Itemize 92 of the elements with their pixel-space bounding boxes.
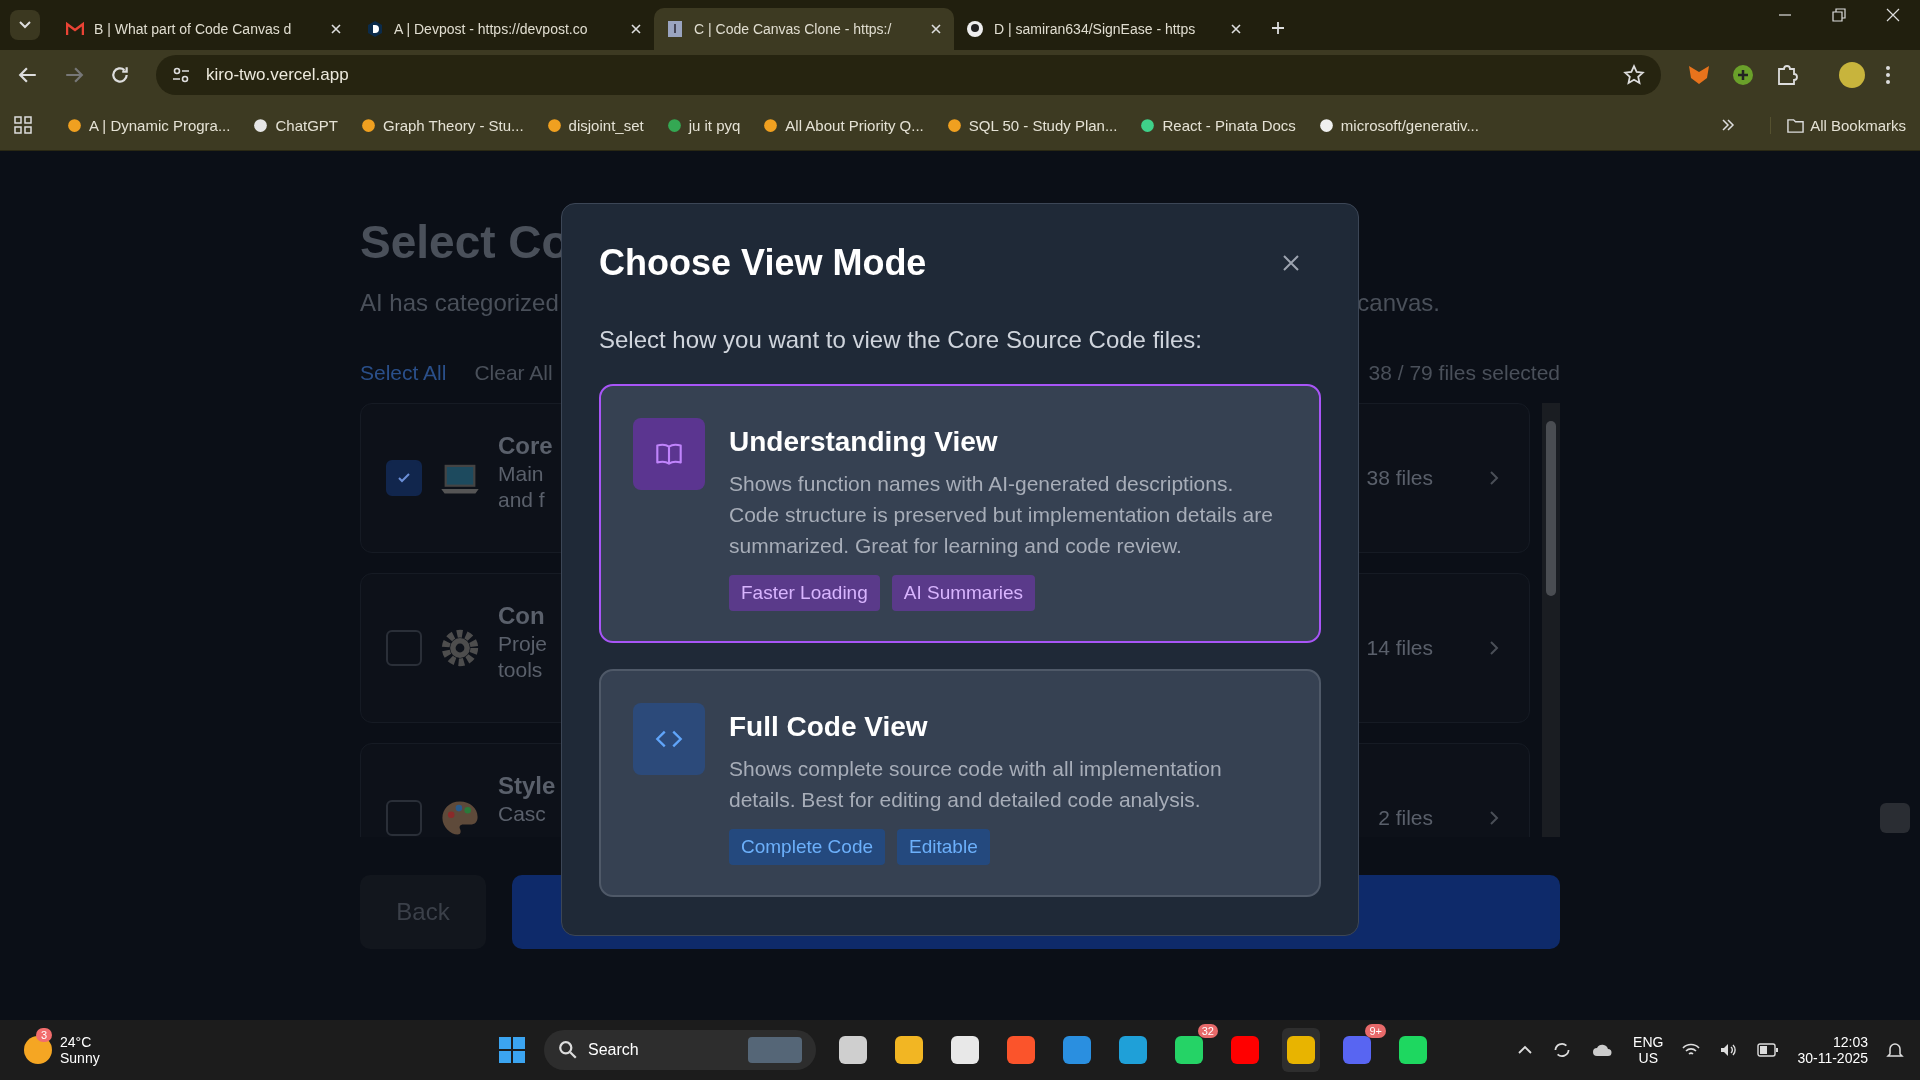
option-description: Shows complete source code with all implementation details. Best for editing and detailed code analysis. <box>729 756 1223 813</box>
category-name: Core <box>498 432 553 460</box>
page-icon <box>666 20 684 38</box>
profile-avatar[interactable] <box>1839 62 1865 88</box>
temperature[interactable]: 24°C <box>60 1034 100 1050</box>
feature-tag: Complete Code <box>729 829 886 865</box>
bookmark-link[interactable]: A | Dynamic Progra... <box>66 116 231 134</box>
chevron-right-icon <box>1489 810 1499 826</box>
hexagon-d-icon <box>366 20 384 38</box>
category-name: Style <box>498 772 556 800</box>
checkbox[interactable] <box>386 460 422 496</box>
bookmark-link[interactable]: Graph Theory - Stu... <box>360 116 524 134</box>
reload-icon[interactable] <box>110 65 130 85</box>
language-indicator[interactable]: ENG US <box>1633 1034 1664 1066</box>
plus-circle-icon[interactable] <box>1731 63 1755 87</box>
apps-grid-icon[interactable] <box>14 116 32 134</box>
windows-start-icon[interactable] <box>498 1036 526 1064</box>
code-brackets-icon <box>633 703 705 775</box>
bookmark-link[interactable]: microsoft/generativ... <box>1317 116 1479 134</box>
close-tab-icon[interactable] <box>330 23 342 35</box>
menu-icon[interactable] <box>1885 63 1891 87</box>
forward-arrow-icon[interactable] <box>64 65 84 85</box>
browser-tab[interactable]: D | samiran634/SignEase - https <box>954 8 1254 50</box>
mail-icon <box>66 20 84 38</box>
page-subtitle: canvas. <box>1357 289 1440 317</box>
notification-count: 32 <box>1197 1024 1218 1038</box>
file-count: 2 files <box>1378 806 1433 830</box>
checkbox[interactable] <box>386 800 422 836</box>
file-count: 14 files <box>1366 636 1433 660</box>
view-option-card[interactable] <box>599 384 1321 643</box>
all-bookmarks-link[interactable]: All Bookmarks <box>1770 116 1906 134</box>
fox-icon[interactable] <box>1687 63 1711 87</box>
option-title: Full Code View <box>729 711 929 743</box>
search-icon <box>558 1040 578 1060</box>
weather-condition[interactable]: Sunny <box>60 1050 100 1066</box>
notification-count: 3 <box>36 1028 53 1042</box>
category-description: tools <box>498 658 543 682</box>
close-tab-icon[interactable] <box>930 23 942 35</box>
bookmark-link[interactable]: React - Pinata Docs <box>1139 116 1296 134</box>
feature-tag: Editable <box>897 829 990 865</box>
extensions-icon[interactable] <box>1775 63 1799 87</box>
file-count: 38 files <box>1366 466 1433 490</box>
bookmark-link[interactable]: ju it pyq <box>665 116 741 134</box>
search-highlight-drawing <box>748 1037 802 1063</box>
view-option-card[interactable]: Full Code View Shows complete source code with all implementation details. Best for editing and detailed code analysis. Complete Code Editable <box>599 669 1321 897</box>
double-chevron-icon[interactable] <box>1720 117 1737 133</box>
chevron-right-icon <box>1489 470 1499 486</box>
bookmark-link[interactable]: disjoint_set <box>545 116 644 134</box>
category-name: Con <box>498 602 545 630</box>
tab-search-button[interactable] <box>10 10 40 40</box>
chevron-right-icon <box>1489 640 1499 656</box>
feature-tag: Faster Loading <box>729 575 880 611</box>
restore-icon[interactable] <box>1832 8 1846 22</box>
book-icon <box>633 418 705 490</box>
selection-count: 38 / 79 files selected <box>1368 361 1560 385</box>
close-tab-icon[interactable] <box>630 23 642 35</box>
bookmark-link[interactable]: SQL 50 - Study Plan... <box>945 116 1118 134</box>
notification-bell-icon[interactable] <box>1886 1041 1904 1059</box>
clock[interactable]: 12:03 30-11-2025 <box>1797 1034 1868 1066</box>
browser-tab[interactable]: C | Code Canvas Clone - https:/ <box>654 8 954 50</box>
checkmark-icon <box>397 471 411 485</box>
taskbar-search-field[interactable]: Search <box>544 1030 816 1070</box>
category-description: and f <box>498 488 545 512</box>
new-tab-icon[interactable] <box>1270 20 1286 36</box>
dialog-prompt: Select how you want to view the Core Source Code files: <box>599 326 1203 354</box>
battery-icon[interactable] <box>1757 1043 1780 1057</box>
address-bar[interactable]: kiro-two.vercel.app <box>156 55 1661 95</box>
option-title: Understanding View <box>729 426 999 458</box>
bookmark-link[interactable]: All About Priority Q... <box>762 116 924 134</box>
site-settings-icon[interactable] <box>172 66 190 84</box>
close-icon[interactable] <box>1281 253 1301 273</box>
category-description: Proje <box>498 632 548 656</box>
browser-tab[interactable]: A | Devpost - https://devpost.co <box>354 8 654 50</box>
category-description: Main <box>498 462 544 486</box>
page-subtitle: AI has categorized <box>360 289 559 317</box>
close-icon[interactable] <box>1886 8 1900 22</box>
close-tab-icon[interactable] <box>1230 23 1242 35</box>
category-description: Casc <box>498 802 546 826</box>
chevron-down-icon <box>18 20 32 30</box>
option-description: Shows function names with AI-generated descriptions. Code structure is preserved but implementation details are summarized. Great for learning and code review. <box>729 471 1274 559</box>
feature-tag: AI Summaries <box>891 575 1036 611</box>
dialog-title: Choose View Mode <box>599 242 927 284</box>
bookmark-star-icon[interactable] <box>1623 64 1645 86</box>
wifi-icon[interactable] <box>1681 1042 1702 1058</box>
notification-count: 9+ <box>1365 1024 1386 1038</box>
taskbar-app[interactable] <box>1282 1028 1320 1072</box>
back-arrow-icon[interactable] <box>18 65 38 85</box>
browser-tab[interactable]: B | What part of Code Canvas d <box>54 8 354 50</box>
scrollbar[interactable] <box>1542 403 1560 837</box>
url-text: kiro-two.vercel.app <box>206 65 350 85</box>
bookmark-link[interactable]: ChatGPT <box>252 116 338 134</box>
checkbox[interactable] <box>386 630 422 666</box>
